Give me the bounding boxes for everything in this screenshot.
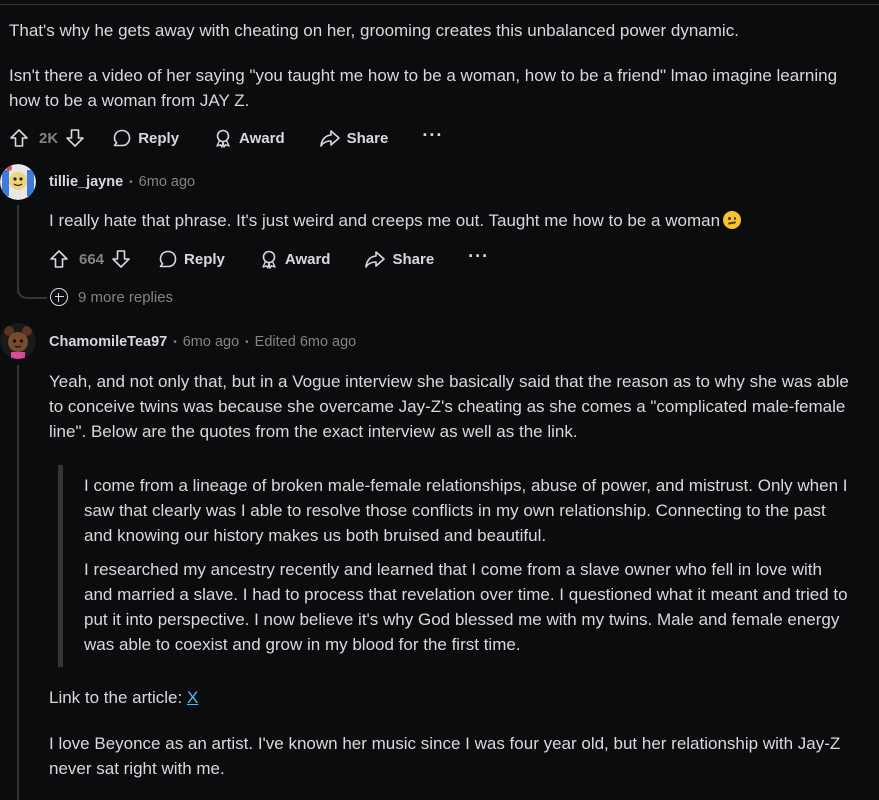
reply-label: Reply <box>138 129 180 147</box>
more-options-button[interactable]: ··· <box>422 126 443 144</box>
username[interactable]: tillie_jayne <box>49 174 123 190</box>
article-link[interactable]: X <box>187 688 198 707</box>
award-button[interactable]: Award <box>213 128 285 148</box>
more-options-icon: ··· <box>422 125 444 145</box>
username[interactable]: ChamomileTea97 <box>49 334 167 350</box>
vote-count: 664 <box>79 250 105 268</box>
award-label: Award <box>284 250 331 268</box>
thread-connector <box>17 280 47 299</box>
award-icon <box>262 250 276 269</box>
upvote-button[interactable] <box>9 128 29 148</box>
downvote-icon <box>66 129 84 147</box>
avatar[interactable] <box>0 164 36 200</box>
share-icon <box>365 251 386 268</box>
comment-bubble-icon <box>113 129 131 147</box>
avatar[interactable] <box>0 323 36 359</box>
reply-1-action-bar: 664 Reply Award Share ··· <box>49 245 489 273</box>
reply-1-body: I really hate that phrase. It's just wei… <box>49 211 721 230</box>
share-button[interactable]: Share <box>319 128 389 148</box>
blockquote-paragraph-1: I come from a lineage of broken male-fem… <box>84 476 848 545</box>
article-link-line: Link to the article: X <box>49 685 849 710</box>
separator-dot: • <box>173 336 177 348</box>
reply-label: Reply <box>184 250 225 268</box>
award-icon <box>216 129 230 148</box>
comment-bubble-icon <box>159 250 177 268</box>
upvote-icon <box>50 250 68 268</box>
share-label: Share <box>346 129 389 147</box>
vote-count: 2K <box>39 129 59 147</box>
reply-2-intro: Yeah, and not only that, but in a Vogue … <box>49 372 849 441</box>
confused-face-emoji-icon <box>723 211 742 229</box>
downvote-button[interactable] <box>65 128 85 148</box>
expand-plus-icon <box>50 288 68 306</box>
award-label: Award <box>239 129 285 147</box>
comment-meta: ChamomileTea97 • 6mo ago • Edited 6mo ag… <box>49 334 356 350</box>
share-button[interactable]: Share <box>364 249 434 269</box>
downvote-icon <box>112 250 130 268</box>
more-options-icon: ··· <box>468 246 490 266</box>
timestamp: 6mo ago <box>138 174 196 190</box>
root-comment-paragraph-2: Isn't there a video of her saying "you t… <box>9 66 838 110</box>
comment-meta: tillie_jayne • 6mo ago <box>49 174 195 190</box>
article-link-prefix: Link to the article: <box>49 688 187 707</box>
blockquote-bar <box>58 465 63 667</box>
downvote-button[interactable] <box>111 249 131 269</box>
edited-timestamp: Edited 6mo ago <box>254 334 357 350</box>
separator-dot: • <box>245 336 249 348</box>
thread-line[interactable] <box>17 365 19 800</box>
blockquote-paragraph-2: I researched my ancestry recently and le… <box>84 560 848 654</box>
more-options-button[interactable]: ··· <box>468 247 489 265</box>
more-replies-button[interactable]: 9 more replies <box>50 288 173 306</box>
root-action-bar: 2K Reply Award Share ··· <box>9 124 443 152</box>
top-divider <box>0 4 879 5</box>
upvote-button[interactable] <box>49 249 69 269</box>
reply-button[interactable]: Reply <box>158 249 225 269</box>
reply-1-text: I really hate that phrase. It's just wei… <box>49 208 849 233</box>
upvote-icon <box>10 129 28 147</box>
reply-button[interactable]: Reply <box>112 128 179 148</box>
more-replies-label: 9 more replies <box>78 288 174 306</box>
root-comment-paragraph-1: That's why he gets away with cheating on… <box>9 21 739 40</box>
separator-dot: • <box>129 176 133 188</box>
share-icon <box>319 130 340 147</box>
timestamp: 6mo ago <box>182 334 240 350</box>
reply-2-closing: I love Beyonce as an artist. I've known … <box>49 734 841 778</box>
share-label: Share <box>392 250 435 268</box>
award-button[interactable]: Award <box>259 249 331 269</box>
